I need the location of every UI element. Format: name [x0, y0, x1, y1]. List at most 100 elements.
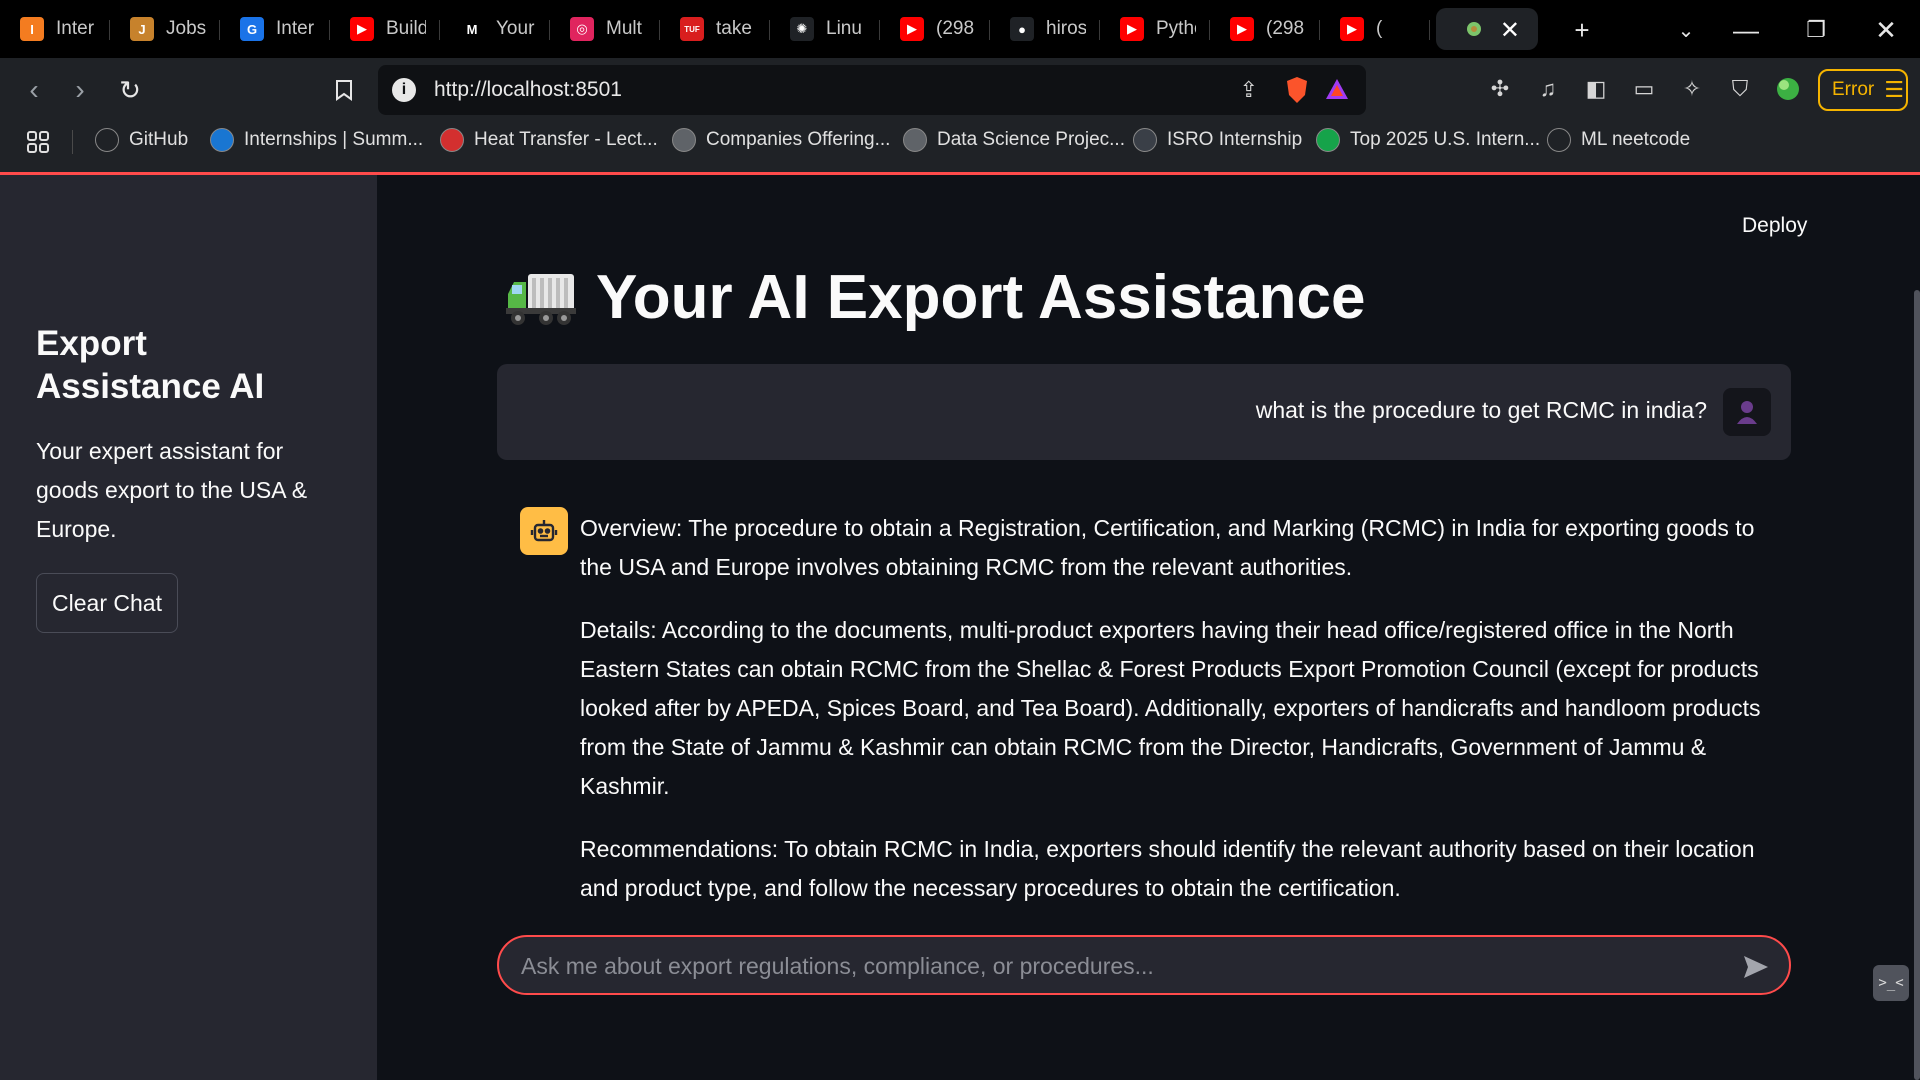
bookmark-item[interactable]: Companies Offering... — [672, 128, 890, 152]
manage-app-button[interactable]: >_< — [1873, 965, 1909, 1001]
reload-button[interactable]: ↻ — [112, 72, 148, 108]
browser-tab[interactable]: ● hiros — [990, 8, 1100, 50]
sidebar-description: Your expert assistant for goods export t… — [36, 438, 308, 542]
user-avatar-icon — [1723, 388, 1771, 436]
target-icon: ◎ — [570, 17, 594, 41]
close-window-button[interactable]: ✕ — [1868, 12, 1904, 48]
browser-tab[interactable]: ▶( — [1320, 8, 1430, 50]
tab-title: ( — [1376, 18, 1383, 39]
i-icon — [1316, 128, 1340, 152]
nptel-icon — [440, 128, 464, 152]
browser-tab[interactable]: ▶ (298 — [880, 8, 990, 50]
t-icon — [672, 128, 696, 152]
assistant-details: Details: According to the documents, mul… — [580, 617, 1761, 799]
error-menu-button[interactable]: Error ☰ — [1818, 69, 1908, 111]
rocket-icon — [1547, 128, 1571, 152]
tab-title: take — [716, 18, 752, 39]
assistant-message: Overview: The procedure to obtain a Regi… — [580, 509, 1790, 932]
github-icon: ● — [1010, 17, 1034, 41]
assistant-overview: Overview: The procedure to obtain a Regi… — [580, 515, 1755, 580]
back-button[interactable]: ‹ — [16, 72, 52, 108]
medium-icon: M — [460, 17, 484, 41]
bookmark-item[interactable]: GitHub — [95, 128, 188, 152]
browser-tab[interactable]: ✺ Linu — [770, 8, 880, 50]
user-message: what is the procedure to get RCMC in ind… — [497, 364, 1791, 460]
site-info-icon[interactable]: i — [392, 78, 416, 102]
deploy-button[interactable]: Deploy — [1742, 214, 1807, 238]
tab-title: Your — [496, 18, 535, 39]
vpn-shield-icon[interactable]: ⛉ — [1725, 74, 1755, 104]
music-icon[interactable]: ♫ — [1533, 74, 1563, 104]
sidebar-title: Export Assistance AI — [36, 324, 265, 406]
restore-button[interactable]: ❐ — [1798, 12, 1834, 48]
send-icon[interactable] — [1739, 950, 1773, 984]
bookmark-icon[interactable] — [326, 72, 362, 108]
bookmark-label: Internships | Summ... — [244, 129, 424, 150]
bot-avatar-icon — [520, 507, 568, 555]
browser-tab[interactable]: ▶ Build — [330, 8, 440, 50]
bookmark-label: Heat Transfer - Lect... — [474, 129, 658, 150]
tab-title: Linu — [826, 18, 862, 39]
browser-tab[interactable]: ▶ (298 — [1210, 8, 1320, 50]
tab-title: Jobs — [166, 18, 206, 39]
youtube-audio-icon: ▶ — [1340, 17, 1364, 41]
internshipsafari-icon — [210, 128, 234, 152]
bookmark-item[interactable]: Top 2025 U.S. Intern... — [1316, 128, 1540, 152]
jobs-icon: J — [130, 17, 154, 41]
bookmark-item[interactable]: Data Science Projec... — [903, 128, 1125, 152]
bookmark-item[interactable]: ISRO Internship — [1133, 128, 1302, 152]
youtube-icon: ▶ — [1230, 17, 1254, 41]
bookmark-item[interactable]: ML neetcode — [1547, 128, 1690, 152]
page-title: Your AI Export Assistance — [506, 262, 1365, 333]
share-icon[interactable]: ⇪ — [1240, 77, 1258, 103]
close-tab-icon[interactable]: ✕ — [1500, 16, 1520, 45]
browser-tab[interactable]: G Inter — [220, 8, 330, 50]
extensions-icon[interactable]: ✣ — [1485, 74, 1515, 104]
browser-tab[interactable]: J Jobs — [110, 8, 220, 50]
clear-chat-button[interactable]: Clear Chat — [36, 573, 178, 633]
browser-tab[interactable]: ◎ Mult — [550, 8, 660, 50]
sidebar-toggle-icon[interactable]: ◧ — [1581, 74, 1611, 104]
bookmark-label: Data Science Projec... — [937, 129, 1125, 150]
streamlit-icon — [1462, 17, 1486, 41]
chat-input[interactable] — [521, 949, 1701, 983]
bookmark-item[interactable]: Internships | Summ... — [210, 128, 423, 152]
user-message-text: what is the procedure to get RCMC in ind… — [1255, 397, 1707, 423]
internshala-icon: I — [20, 17, 44, 41]
new-tab-button[interactable]: + — [1564, 12, 1600, 48]
url-text[interactable]: http://localhost:8501 — [434, 78, 622, 102]
leo-ai-icon[interactable]: ✧ — [1677, 74, 1707, 104]
browser-tab[interactable]: M Your — [440, 8, 550, 50]
brave-shield-icon[interactable] — [1284, 75, 1310, 110]
error-label: Error — [1832, 79, 1875, 100]
youtube-icon: ▶ — [350, 17, 374, 41]
browser-tab[interactable]: ▶ Pytho — [1100, 8, 1210, 50]
tab-search-chevron-icon[interactable]: ⌄ — [1668, 12, 1704, 48]
brave-rewards-icon[interactable] — [1324, 77, 1350, 106]
active-tab[interactable]: ✕ — [1436, 8, 1538, 50]
apps-grid-icon[interactable] — [26, 130, 50, 154]
assistant-recommendations: Recommendations: To obtain RCMC in India… — [580, 836, 1755, 901]
wallet-icon[interactable]: ▭ — [1629, 74, 1659, 104]
github-icon — [95, 128, 119, 152]
forward-button[interactable]: › — [62, 72, 98, 108]
profile-avatar[interactable] — [1773, 74, 1803, 104]
page-title-text: Your AI Export Assistance — [596, 263, 1366, 332]
tab-title: Build — [386, 18, 426, 39]
browser-tab[interactable]: I Inter — [0, 8, 110, 50]
menu-icon: ☰ — [1884, 77, 1904, 102]
tuf-icon: TUF — [680, 17, 704, 41]
bookmark-item[interactable]: Heat Transfer - Lect... — [440, 128, 658, 152]
tab-title: Pytho — [1156, 18, 1196, 39]
globe-icon: G — [240, 17, 264, 41]
browser-tab[interactable]: TUF take — [660, 8, 770, 50]
address-bar[interactable]: i http://localhost:8501 ⇪ — [378, 65, 1366, 115]
truck-icon — [506, 268, 576, 328]
tab-title: (298 — [936, 18, 975, 39]
minimize-button[interactable]: — — [1728, 12, 1764, 48]
scrollbar[interactable] — [1914, 290, 1920, 1080]
bookmark-label: Top 2025 U.S. Intern... — [1350, 129, 1541, 150]
chat-input-box[interactable] — [497, 935, 1791, 995]
youtube-icon: ▶ — [1120, 17, 1144, 41]
tab-title: Inter — [56, 18, 95, 39]
